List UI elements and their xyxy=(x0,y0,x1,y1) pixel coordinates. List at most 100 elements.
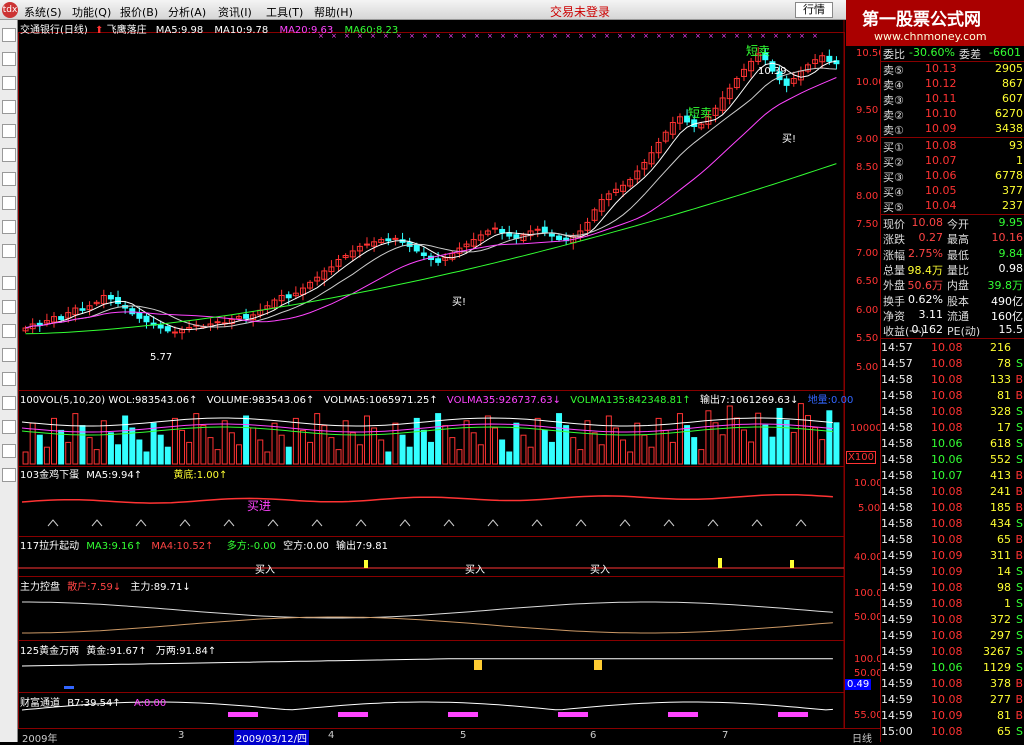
stat-label: 最高 xyxy=(947,233,969,247)
sell-level-row[interactable]: 卖② 10.10 6270 xyxy=(881,107,1024,123)
sell-level-label: 卖④ xyxy=(883,79,904,92)
search-icon[interactable] xyxy=(2,220,16,234)
tick-row[interactable]: 14:58 10.08 17 S xyxy=(881,421,1024,437)
kline-icon[interactable] xyxy=(2,76,16,90)
tick-side: B xyxy=(1015,549,1023,562)
tick-row[interactable]: 14:58 10.06 618 S xyxy=(881,437,1024,453)
news-icon[interactable] xyxy=(2,148,16,162)
tick-time: 14:58 xyxy=(881,421,913,434)
time-label-year: 2009年 xyxy=(22,734,58,745)
tick-time: 15:00 xyxy=(881,725,913,738)
globe-icon[interactable] xyxy=(2,196,16,210)
marker-x: × xyxy=(812,32,818,40)
zhuli-main: 主力:89.71↓ xyxy=(130,582,191,593)
marker-x: × xyxy=(630,32,636,40)
tick-row[interactable]: 14:59 10.06 1129 S xyxy=(881,661,1024,677)
grid-icon[interactable] xyxy=(2,324,16,338)
trade-icon[interactable] xyxy=(2,348,16,362)
tick-row[interactable]: 14:57 10.08 78 S xyxy=(881,357,1024,373)
menu-system[interactable]: 系统(S) xyxy=(24,4,62,20)
cross-icon[interactable] xyxy=(2,396,16,410)
volume-bar xyxy=(548,441,555,465)
menu-tools[interactable]: 工具(T) xyxy=(266,4,303,20)
sell-volume: 3438 xyxy=(995,122,1023,135)
etf-icon[interactable] xyxy=(2,244,16,258)
tick-volume: 133 xyxy=(990,373,1011,386)
tick-row[interactable]: 14:58 10.07 413 B xyxy=(881,469,1024,485)
period-label[interactable]: 日线 xyxy=(852,730,872,745)
lasheng-spike xyxy=(718,558,722,568)
caifu-b7: B7:39.54↑ xyxy=(67,698,121,709)
sell-level-row[interactable]: 卖⑤ 10.13 2905 xyxy=(881,62,1024,78)
buy-level-row[interactable]: 买② 10.07 1 xyxy=(881,154,1024,170)
candle-body xyxy=(129,308,136,315)
volume-bar xyxy=(456,449,463,465)
stat-value: 0.27 xyxy=(918,231,944,245)
lasheng-spike xyxy=(790,560,794,568)
stat-row: 涨跌 0.27 最高 10.16 xyxy=(881,231,1024,247)
sell-level-row[interactable]: 卖④ 10.12 867 xyxy=(881,77,1024,93)
menu-analysis[interactable]: 分析(A) xyxy=(168,4,206,20)
mail-icon[interactable] xyxy=(2,172,16,186)
stat-value: 490亿 xyxy=(991,294,1023,308)
huangjin-tick-2: 50.00 xyxy=(854,668,883,679)
tick-row[interactable]: 14:57 10.08 216 xyxy=(881,341,1024,357)
tick-row[interactable]: 14:59 10.08 372 S xyxy=(881,613,1024,629)
tick-row[interactable]: 14:59 10.08 3267 S xyxy=(881,645,1024,661)
volume-bar xyxy=(328,437,335,465)
bst-icon[interactable] xyxy=(2,300,16,314)
tick-row[interactable]: 14:58 10.08 241 B xyxy=(881,485,1024,501)
menu-help[interactable]: 帮助(H) xyxy=(314,4,353,20)
tick-row[interactable]: 14:58 10.06 552 S xyxy=(881,453,1024,469)
up-arrow-icon[interactable] xyxy=(2,444,16,458)
tick-price: 10.08 xyxy=(931,517,963,530)
tick-row[interactable]: 14:59 10.09 14 S xyxy=(881,565,1024,581)
refresh-icon[interactable] xyxy=(2,372,16,386)
tick-row[interactable]: 14:59 10.08 297 S xyxy=(881,629,1024,645)
stat-label: 内盘 xyxy=(947,279,969,293)
tick-price: 10.08 xyxy=(931,389,963,402)
tick-row[interactable]: 14:59 10.09 311 B xyxy=(881,549,1024,565)
report-icon[interactable] xyxy=(2,124,16,138)
zhuli-retail-line xyxy=(22,616,833,634)
tick-row[interactable]: 14:58 10.08 328 S xyxy=(881,405,1024,421)
volume-bar xyxy=(556,413,563,465)
tick-row[interactable]: 14:59 10.08 277 B xyxy=(881,693,1024,709)
down-arrow-icon[interactable] xyxy=(2,468,16,482)
buy-level-row[interactable]: 买③ 10.06 6778 xyxy=(881,169,1024,185)
tick-row[interactable]: 14:59 10.08 378 B xyxy=(881,677,1024,693)
stat-label: 总量 xyxy=(883,263,905,277)
line-icon[interactable] xyxy=(2,52,16,66)
volume-bar xyxy=(307,441,314,465)
tick-row[interactable]: 14:59 10.08 98 S xyxy=(881,581,1024,597)
chart-icon[interactable] xyxy=(2,28,16,42)
tick-row[interactable]: 14:58 10.08 434 S xyxy=(881,517,1024,533)
tick-row[interactable]: 14:58 10.08 185 B xyxy=(881,501,1024,517)
menu-quote[interactable]: 报价(B) xyxy=(120,4,158,20)
tick-price: 10.08 xyxy=(931,501,963,514)
buy-level-row[interactable]: 买⑤ 10.04 237 xyxy=(881,199,1024,215)
zoom-icon[interactable] xyxy=(2,420,16,434)
sell-level-row[interactable]: 卖① 10.09 3438 xyxy=(881,122,1024,138)
chart-canvas[interactable]: × × × × × × × × × × × × × × × × × × × × × × × × × × × × × × × × × × × × × × × xyxy=(18,20,880,728)
marker-x: × xyxy=(461,32,467,40)
quote-button[interactable]: 行情 xyxy=(795,2,833,18)
buy-level-row[interactable]: 买① 10.08 93 xyxy=(881,139,1024,155)
tick-row[interactable]: 14:59 10.09 81 B xyxy=(881,709,1024,725)
tick-row[interactable]: 14:58 10.08 81 B xyxy=(881,389,1024,405)
wave-icon[interactable] xyxy=(2,276,16,290)
caifu-band xyxy=(228,712,258,717)
tick-row[interactable]: 14:58 10.08 65 B xyxy=(881,533,1024,549)
tick-row[interactable]: 15:00 10.08 65 S xyxy=(881,725,1024,741)
sell-level-row[interactable]: 卖③ 10.11 607 xyxy=(881,92,1024,108)
menu-info[interactable]: 资讯(I) xyxy=(218,4,252,20)
tick-price: 10.08 xyxy=(931,597,963,610)
volume-bar xyxy=(641,434,648,465)
list-icon[interactable] xyxy=(2,100,16,114)
buy-level-row[interactable]: 买④ 10.05 377 xyxy=(881,184,1024,200)
tick-row[interactable]: 14:59 10.08 1 S xyxy=(881,597,1024,613)
menu-function[interactable]: 功能(Q) xyxy=(72,4,111,20)
tick-row[interactable]: 14:58 10.08 133 B xyxy=(881,373,1024,389)
volume-bar xyxy=(235,444,242,465)
ma5-line xyxy=(25,60,837,331)
